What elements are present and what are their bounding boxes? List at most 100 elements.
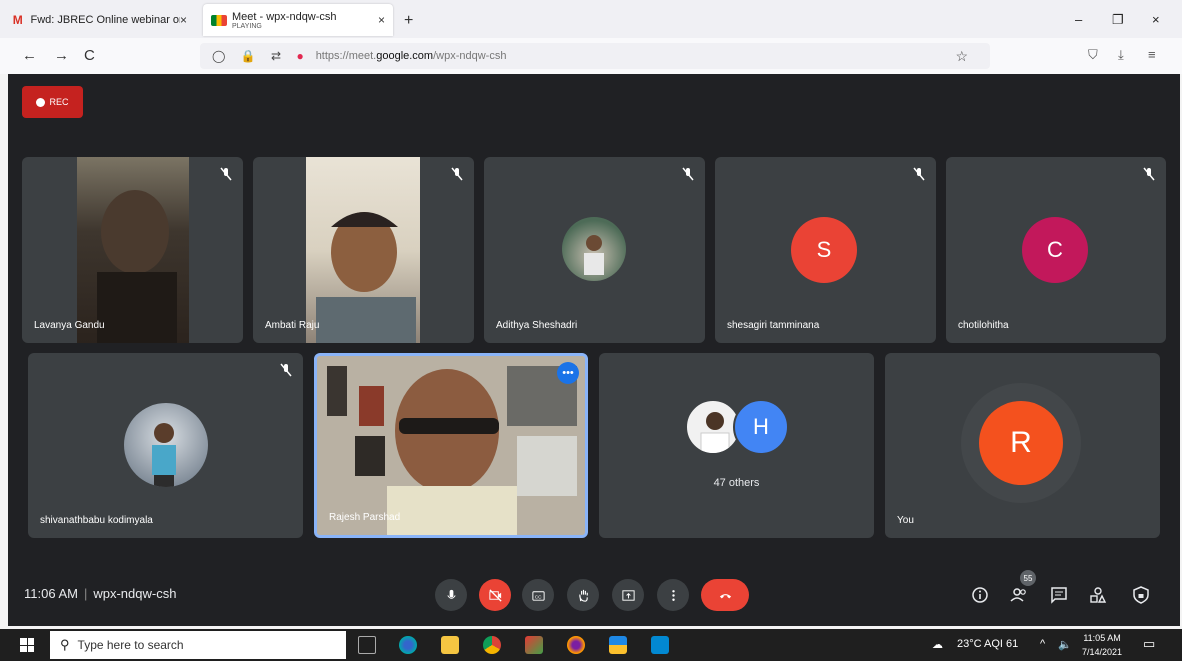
meet-icon bbox=[211, 14, 227, 26]
file-explorer-icon[interactable] bbox=[441, 636, 459, 654]
reload-button[interactable]: C bbox=[84, 47, 95, 64]
meeting-details: 11:06 AM | wpx-ndqw-csh bbox=[24, 586, 177, 601]
chat-icon bbox=[1051, 587, 1067, 604]
weather-icon: ☁ bbox=[932, 639, 943, 651]
tab-title: Meet - wpx-ndqw-csh bbox=[232, 10, 337, 23]
forward-button[interactable]: → bbox=[54, 47, 69, 64]
self-avatar: R bbox=[979, 401, 1063, 485]
self-tile[interactable]: R You bbox=[885, 353, 1160, 538]
record-dot-icon bbox=[36, 97, 46, 107]
participant-tile[interactable]: Adithya Sheshadri bbox=[484, 157, 705, 343]
browser-tab-bar: M Fwd: JBREC Online webinar on × Meet - … bbox=[0, 0, 1182, 38]
taskbar-clock[interactable]: 11:05 AM 7/14/2021 bbox=[1082, 631, 1122, 659]
present-screen-button[interactable] bbox=[612, 579, 644, 611]
more-options-button[interactable] bbox=[657, 579, 689, 611]
meeting-details-button[interactable] bbox=[969, 584, 991, 606]
taskbar-search-input[interactable]: ⚲ Type here to search bbox=[50, 631, 346, 659]
participant-tile[interactable]: C chotilohitha bbox=[946, 157, 1166, 343]
microphone-icon bbox=[446, 589, 456, 599]
edge-icon[interactable] bbox=[399, 636, 417, 654]
raise-hand-button[interactable] bbox=[567, 579, 599, 611]
window-close-button[interactable]: × bbox=[1152, 12, 1160, 27]
clock-time: 11:05 AM bbox=[1083, 633, 1121, 643]
browser-navbar: ← → C ◯ 🔒 ⇄ ● https://meet.google.com/wp… bbox=[0, 38, 1182, 74]
camera-off-button[interactable] bbox=[479, 579, 511, 611]
raise-hand-icon bbox=[578, 589, 588, 602]
volume-icon[interactable]: 🔈 bbox=[1058, 638, 1072, 651]
participant-name: Ambati Raju bbox=[265, 320, 320, 331]
participant-name: Adithya Sheshadri bbox=[496, 320, 578, 331]
mail-icon[interactable] bbox=[651, 636, 669, 654]
participant-tile[interactable]: Ambati Raju bbox=[253, 157, 474, 343]
people-button[interactable] bbox=[1008, 584, 1030, 606]
participant-name: shivanathbabu kodimyala bbox=[40, 515, 153, 526]
participant-avatar: H bbox=[733, 399, 789, 455]
task-view-icon[interactable] bbox=[358, 636, 376, 654]
meet-stage: REC Lavanya Gandu Ambati Raju Adithya Sh… bbox=[8, 74, 1180, 626]
tab-gmail[interactable]: M Fwd: JBREC Online webinar on × bbox=[10, 4, 195, 36]
mic-off-icon bbox=[450, 167, 464, 181]
meeting-code: wpx-ndqw-csh bbox=[93, 586, 177, 601]
shield-lock-icon bbox=[1133, 586, 1149, 604]
chat-button[interactable] bbox=[1048, 584, 1070, 606]
windows-taskbar: ⚲ Type here to search ☁ 23°C AQI 61 ^ 🔈 … bbox=[0, 629, 1182, 661]
tab-title: Fwd: JBREC Online webinar on bbox=[30, 14, 180, 26]
back-button[interactable]: ← bbox=[22, 47, 37, 64]
app-icon[interactable] bbox=[525, 636, 543, 654]
others-tile[interactable]: H 47 others bbox=[599, 353, 874, 538]
leave-call-button[interactable] bbox=[701, 579, 749, 611]
restore-button[interactable]: ❐ bbox=[1112, 12, 1124, 28]
url-text: https://meet.google.com/wpx-ndqw-csh bbox=[315, 50, 507, 62]
mic-off-icon bbox=[912, 167, 926, 181]
participant-tile-active-speaker[interactable]: ••• Rajesh Parshad bbox=[314, 353, 588, 538]
activities-button[interactable] bbox=[1087, 584, 1109, 606]
tab-subtitle: PLAYING bbox=[232, 22, 262, 30]
gmail-icon: M bbox=[12, 13, 23, 27]
download-icon[interactable]: ⤓ bbox=[1118, 47, 1124, 63]
search-icon: ⚲ bbox=[60, 637, 70, 652]
mic-off-icon bbox=[681, 167, 695, 181]
microphone-icon: ● bbox=[296, 49, 310, 63]
participant-tile[interactable]: Lavanya Gandu bbox=[22, 157, 243, 343]
close-icon[interactable]: × bbox=[378, 13, 385, 27]
microphone-button[interactable] bbox=[435, 579, 467, 611]
activities-icon bbox=[1090, 587, 1107, 603]
captions-button[interactable]: CC bbox=[522, 579, 554, 611]
weather-text[interactable]: 23°C AQI 61 bbox=[957, 638, 1018, 650]
participant-name: You bbox=[897, 515, 914, 526]
profile-photo bbox=[562, 217, 626, 281]
firefox-icon[interactable] bbox=[567, 636, 585, 654]
windows-start-icon[interactable] bbox=[20, 638, 34, 652]
captions-icon: CC bbox=[531, 590, 545, 601]
tab-meet[interactable]: Meet - wpx-ndqw-csh PLAYING × bbox=[203, 4, 393, 36]
participant-avatar: S bbox=[791, 217, 857, 283]
mic-off-icon bbox=[279, 363, 293, 377]
pocket-icon[interactable]: ⛉ bbox=[1088, 47, 1098, 63]
address-bar[interactable]: ◯ 🔒 ⇄ ● https://meet.google.com/wpx-ndqw… bbox=[200, 43, 990, 69]
clock-date: 7/14/2021 bbox=[1082, 647, 1123, 657]
menu-icon[interactable]: ≡ bbox=[1148, 47, 1156, 62]
participant-name: chotilohitha bbox=[958, 320, 1009, 331]
store-icon[interactable] bbox=[609, 636, 627, 654]
more-vertical-icon bbox=[671, 589, 675, 601]
more-options-icon[interactable]: ••• bbox=[557, 362, 579, 384]
present-screen-icon bbox=[621, 589, 635, 601]
notifications-icon[interactable]: ▭ bbox=[1143, 636, 1155, 652]
participant-tile[interactable]: S shesagiri tamminana bbox=[715, 157, 936, 343]
chevron-up-icon[interactable]: ^ bbox=[1040, 638, 1045, 650]
close-icon[interactable]: × bbox=[180, 13, 187, 27]
minimize-button[interactable]: – bbox=[1075, 12, 1082, 27]
camera-off-icon bbox=[488, 588, 502, 602]
chrome-icon[interactable] bbox=[483, 636, 501, 654]
hang-up-icon bbox=[719, 593, 731, 598]
participant-video bbox=[77, 157, 189, 343]
participant-tile[interactable]: shivanathbabu kodimyala bbox=[28, 353, 303, 538]
site-info-icons[interactable]: ◯ 🔒 ⇄ ● bbox=[212, 49, 310, 63]
bookmark-star-icon[interactable]: ☆ bbox=[955, 48, 968, 65]
participant-video bbox=[306, 157, 420, 343]
people-icon bbox=[1010, 588, 1026, 602]
svg-text:CC: CC bbox=[534, 594, 541, 599]
new-tab-button[interactable]: + bbox=[404, 12, 413, 30]
search-placeholder: Type here to search bbox=[77, 638, 184, 652]
host-controls-button[interactable] bbox=[1130, 584, 1152, 606]
